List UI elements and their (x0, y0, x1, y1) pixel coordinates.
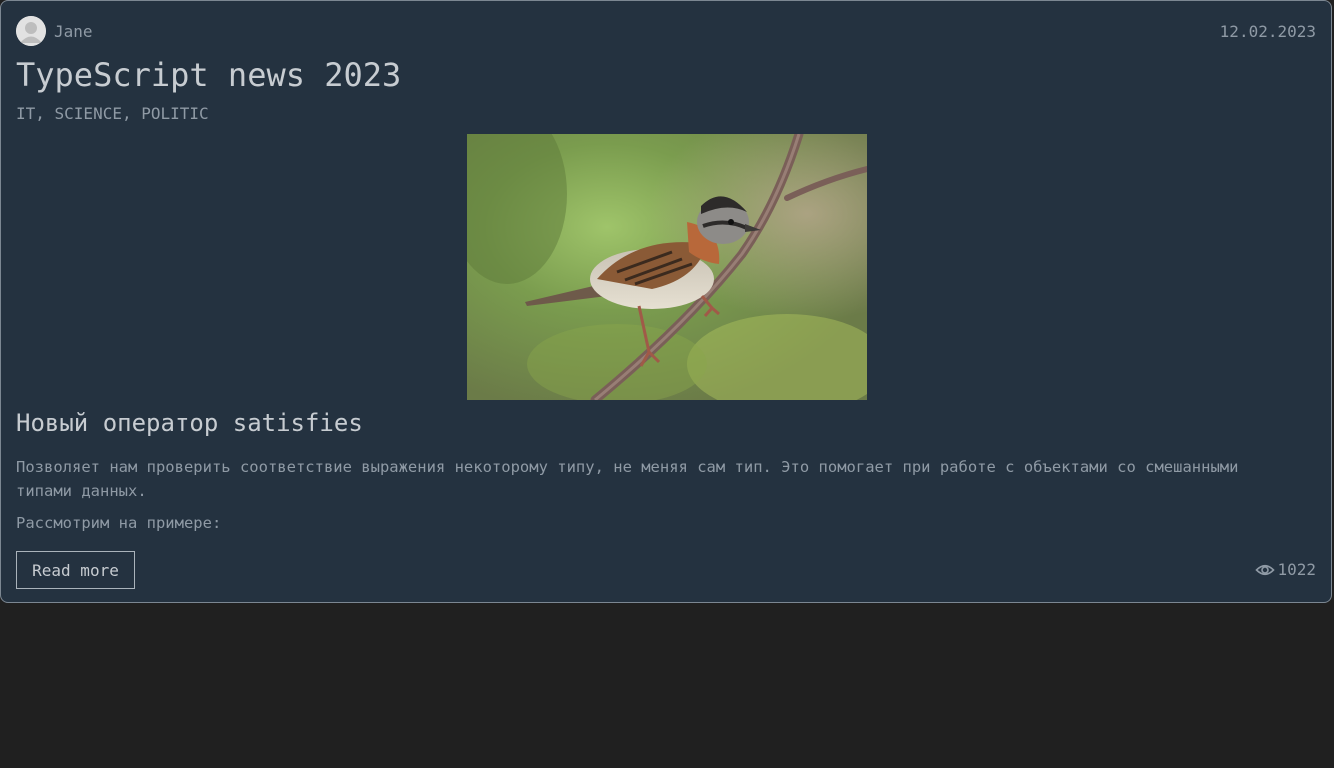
post-tags: IT, SCIENCE, POLITIC (16, 104, 209, 123)
author-name: Jane (54, 21, 93, 41)
avatar (16, 16, 46, 46)
read-more-button[interactable]: Read more (16, 551, 135, 589)
post-title: TypeScript news 2023 (16, 56, 402, 94)
views-count: 1022 (1277, 560, 1316, 579)
post-paragraph: Позволяет нам проверить соответствие выр… (16, 458, 1239, 500)
post-image (467, 134, 867, 400)
author: Jane (16, 16, 93, 46)
eye-icon (1255, 564, 1276, 576)
post-card: Jane 12.02.2023 TypeScript news 2023 IT,… (0, 0, 1332, 603)
views-counter: 1022 (1255, 560, 1316, 580)
post-subtitle: Новый оператор satisfies (16, 409, 363, 437)
post-paragraph: Рассмотрим на примере: (16, 514, 222, 532)
post-header: Jane 12.02.2023 (16, 16, 1316, 46)
sparrow-photo-icon (467, 134, 867, 400)
post-date: 12.02.2023 (1219, 21, 1316, 41)
